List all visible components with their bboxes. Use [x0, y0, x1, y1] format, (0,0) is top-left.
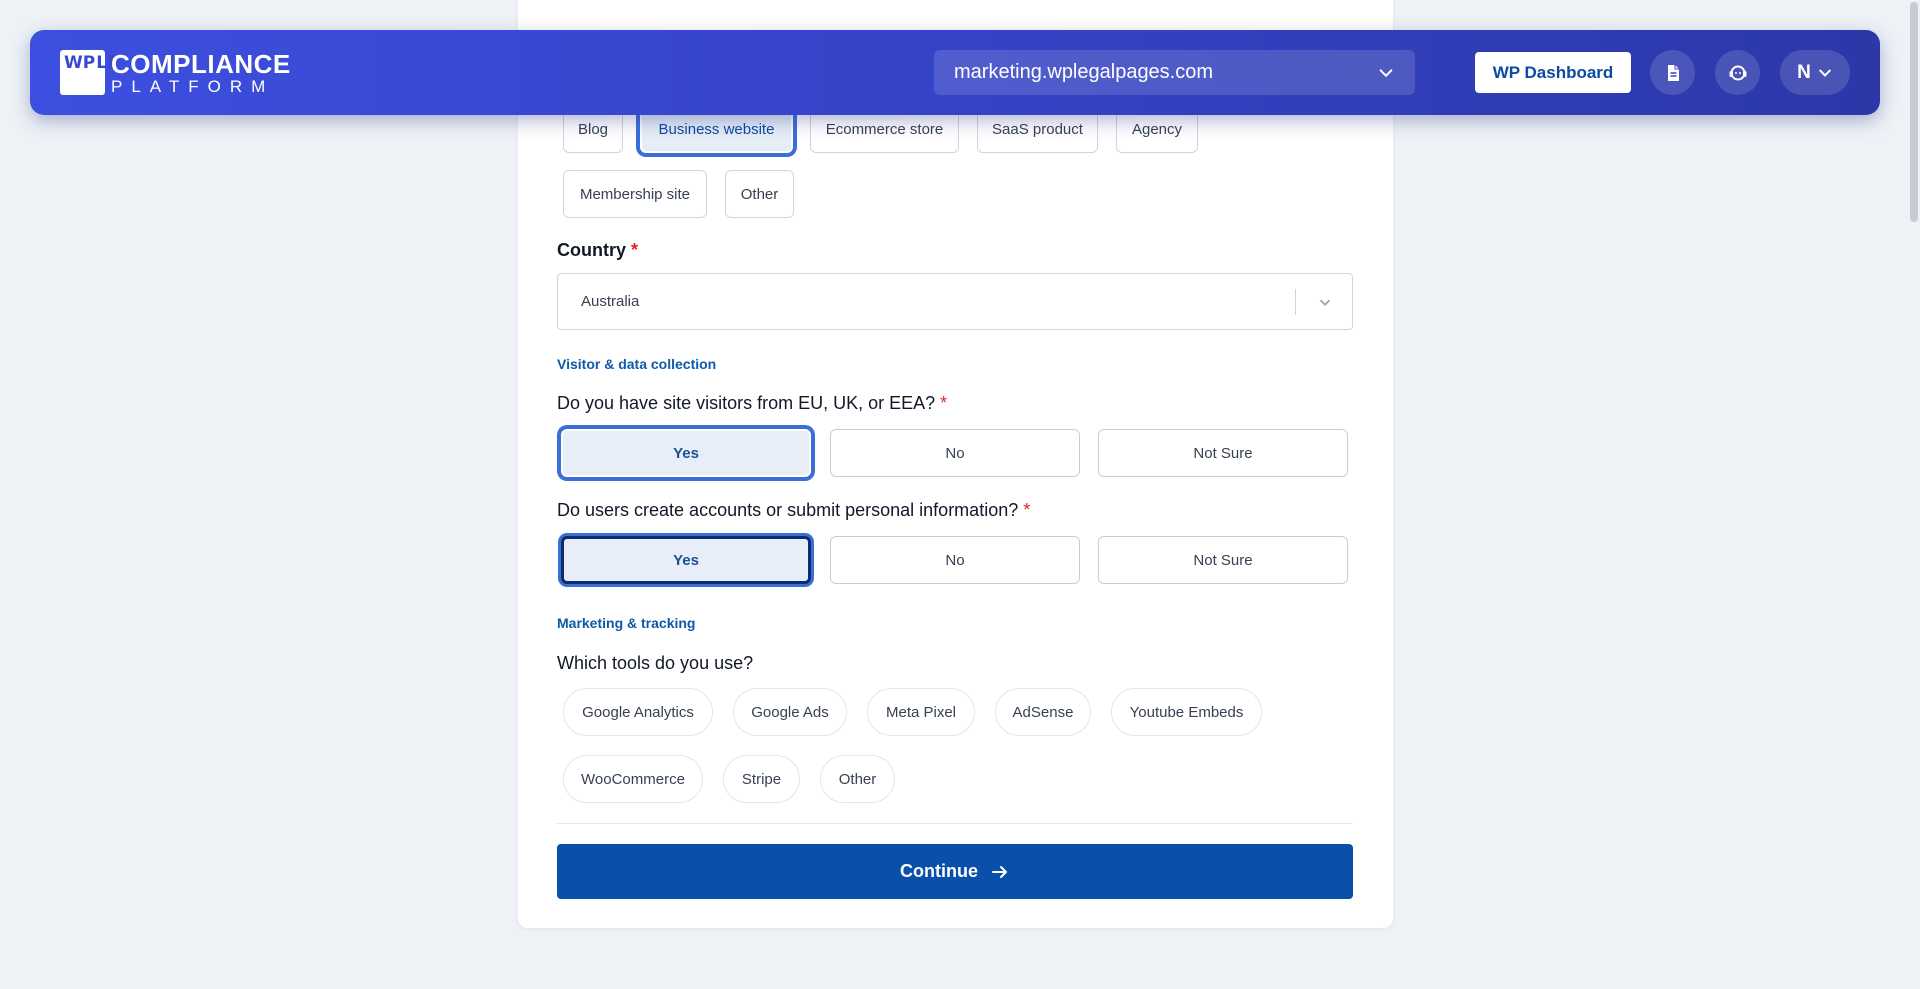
site-selector-value: marketing.wplegalpages.com: [954, 61, 1214, 83]
chevron-down-icon: [1379, 68, 1393, 77]
q-eu-yes[interactable]: Yes: [561, 429, 811, 477]
support-button[interactable]: [1715, 50, 1760, 95]
q-accounts-no[interactable]: No: [830, 536, 1080, 584]
document-icon: [1667, 64, 1679, 81]
tool-google-ads[interactable]: Google Ads: [733, 688, 847, 736]
chevron-down-icon: [1819, 69, 1831, 77]
site-type-other[interactable]: Other: [725, 170, 794, 218]
documents-button[interactable]: [1650, 50, 1695, 95]
tool-woocommerce[interactable]: WooCommerce: [563, 755, 703, 803]
tool-other[interactable]: Other: [820, 755, 895, 803]
country-label: Country *: [557, 240, 639, 260]
tools-label: Which tools do you use?: [557, 653, 754, 673]
continue-button[interactable]: Continue: [557, 844, 1353, 899]
tool-meta-pixel[interactable]: Meta Pixel: [867, 688, 975, 736]
page-scrollbar[interactable]: [1908, 0, 1920, 989]
q-accounts-label: Do users create accounts or submit perso…: [557, 500, 1031, 520]
user-initial: N: [1797, 61, 1811, 83]
country-value: Australia: [581, 293, 640, 310]
logo-line-compliance: COMPLIANCE: [111, 48, 291, 79]
country-select[interactable]: Australia: [557, 273, 1353, 330]
logo-mark-wp: WP: [64, 52, 96, 73]
logo-line-platform: PLATFORM: [111, 76, 275, 96]
tool-stripe[interactable]: Stripe: [723, 755, 800, 803]
site-type-membership-site[interactable]: Membership site: [563, 170, 707, 218]
scrollbar-thumb[interactable]: [1910, 2, 1918, 222]
site-selector[interactable]: marketing.wplegalpages.com: [934, 50, 1415, 95]
compliance-platform-logo[interactable]: WP LP COMPLIANCE PLATFORM: [60, 50, 291, 95]
q-eu-label: Do you have site visitors from EU, UK, o…: [557, 393, 948, 413]
q-eu-no[interactable]: No: [830, 429, 1080, 477]
user-menu[interactable]: N: [1780, 50, 1850, 95]
tool-google-analytics[interactable]: Google Analytics: [563, 688, 713, 736]
support-headset-icon: [1729, 65, 1746, 80]
chevron-down-icon: [1319, 299, 1331, 306]
divider: [557, 823, 1353, 824]
arrow-right-icon: [992, 865, 1007, 878]
continue-label: Continue: [900, 861, 978, 881]
q-eu-not-sure[interactable]: Not Sure: [1098, 429, 1348, 477]
select-separator: [1295, 289, 1296, 315]
wplp-logo-mark: WP LP: [60, 50, 120, 95]
q-accounts-yes[interactable]: Yes: [561, 536, 811, 584]
section-visitor-data: Visitor & data collection: [557, 356, 717, 372]
tool-youtube-embeds[interactable]: Youtube Embeds: [1111, 688, 1262, 736]
top-header: WP LP COMPLIANCE PLATFORM marketing.wple…: [30, 30, 1880, 115]
tool-adsense[interactable]: AdSense: [995, 688, 1091, 736]
wp-dashboard-button[interactable]: WP Dashboard: [1475, 52, 1631, 93]
section-marketing-tracking: Marketing & tracking: [557, 615, 696, 631]
logo-text: COMPLIANCE PLATFORM: [111, 51, 291, 95]
q-accounts-not-sure[interactable]: Not Sure: [1098, 536, 1348, 584]
